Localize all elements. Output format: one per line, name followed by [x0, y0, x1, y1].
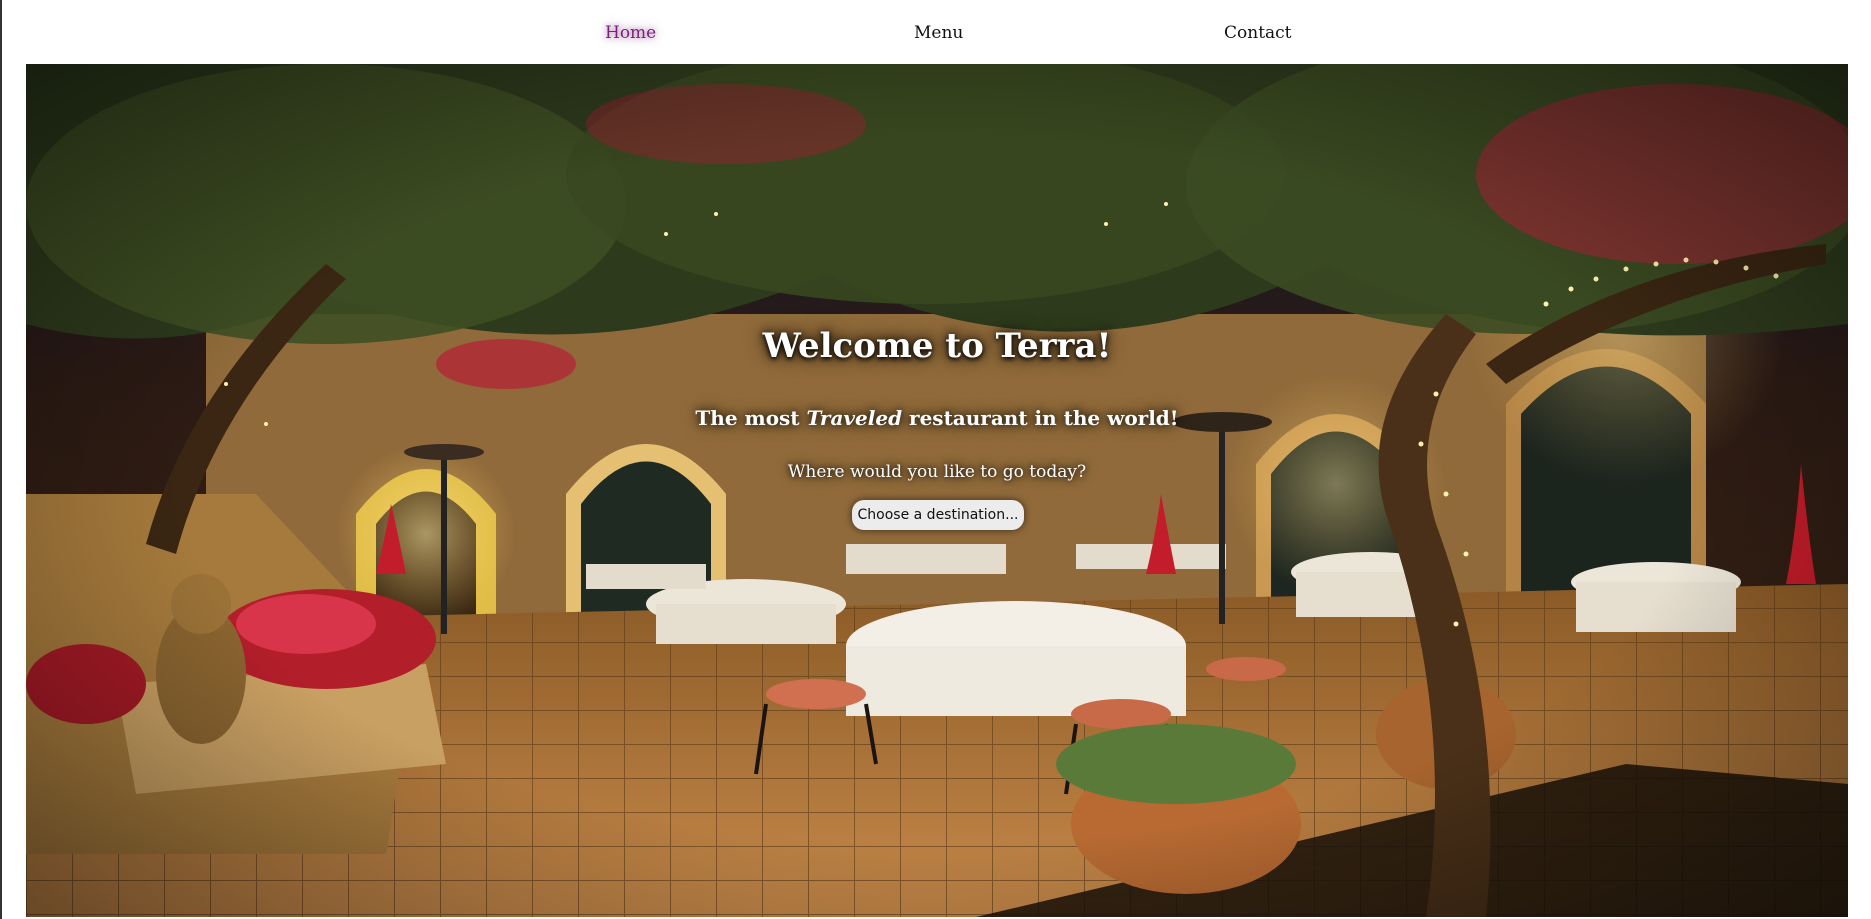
hero-section: Welcome to Terra! The most Traveled rest… — [26, 64, 1848, 917]
destination-select-button[interactable]: Choose a destination... — [852, 500, 1024, 530]
tagline: The most Traveled restaurant in the worl… — [26, 406, 1848, 430]
top-nav: Home Menu Contact — [0, 0, 1871, 64]
tagline-suffix: restaurant in the world! — [902, 406, 1179, 430]
nav-contact-link[interactable]: Contact — [1224, 23, 1292, 43]
tagline-emphasis: Traveled — [806, 406, 903, 430]
nav-menu-link[interactable]: Menu — [914, 23, 963, 43]
page: Home Menu Contact Welcome to Terra! The … — [0, 0, 1871, 919]
welcome-heading: Welcome to Terra! — [762, 326, 1112, 366]
nav-home-link[interactable]: Home — [605, 23, 656, 43]
left-border — [0, 0, 2, 919]
destination-prompt: Where would you like to go today? — [787, 462, 1087, 482]
hero-image — [26, 64, 1848, 917]
tagline-prefix: The most — [695, 406, 807, 430]
